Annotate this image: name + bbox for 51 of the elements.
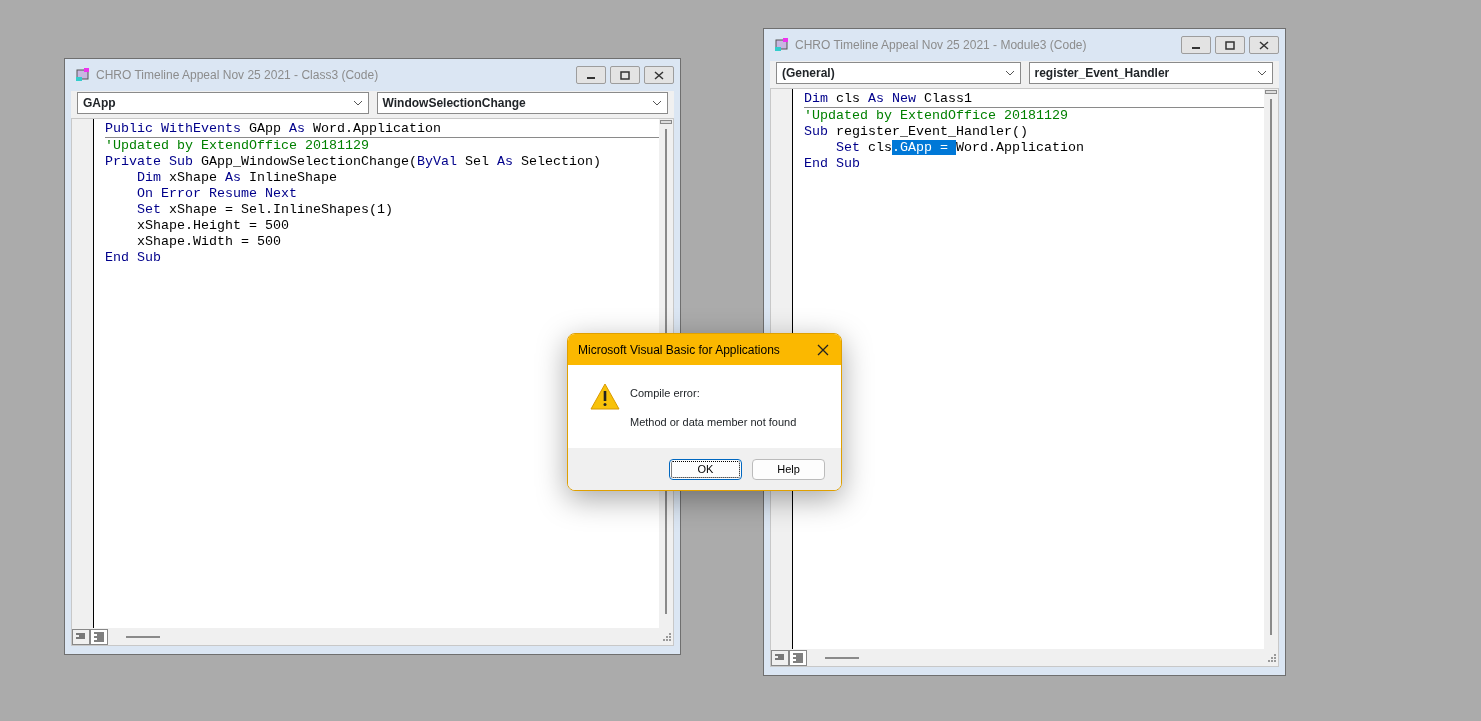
horizontal-scrollbar[interactable] bbox=[126, 635, 160, 638]
chevron-down-icon bbox=[652, 100, 662, 106]
code-line: Private Sub GApp_WindowSelectionChange(ByVal Sel As Selection) bbox=[105, 154, 602, 170]
help-button[interactable]: Help bbox=[752, 458, 825, 480]
code-line: xShape.Width = 500 bbox=[136, 234, 282, 250]
minimize-button[interactable] bbox=[576, 66, 606, 84]
code-line: Sub register_Event_Handler() bbox=[804, 124, 1029, 140]
full-module-view-icon[interactable] bbox=[90, 628, 108, 645]
procedure-dropdown[interactable]: register_Event_Handler bbox=[1028, 62, 1273, 84]
code-line: End Sub bbox=[804, 156, 861, 172]
code-line: Set cls.GApp = Word.Application bbox=[835, 140, 1085, 156]
horizontal-scrollbar[interactable] bbox=[825, 656, 859, 659]
close-icon bbox=[1257, 39, 1271, 51]
minimize-button[interactable] bbox=[1181, 36, 1211, 54]
close-button[interactable] bbox=[1249, 36, 1279, 54]
window-title: CHRO Timeline Appeal Nov 25 2021 - Module3 (Code) bbox=[795, 37, 1087, 54]
object-dropdown[interactable]: GApp bbox=[77, 92, 369, 114]
warning-icon bbox=[590, 383, 620, 410]
minimize-icon bbox=[587, 77, 595, 79]
restore-button[interactable] bbox=[610, 66, 640, 84]
code-line: Dim xShape As InlineShape bbox=[136, 170, 338, 186]
code-line: 'Updated by ExtendOffice 20181129 bbox=[105, 138, 370, 154]
class-module-icon bbox=[75, 67, 91, 83]
restore-icon bbox=[618, 69, 632, 81]
procedure-view-icon[interactable] bbox=[771, 649, 789, 666]
window-title: CHRO Timeline Appeal Nov 25 2021 - Class3 (Code) bbox=[96, 67, 379, 84]
procedure-dropdown[interactable]: WindowSelectionChange bbox=[376, 92, 668, 114]
code-line: Set xShape = Sel.InlineShapes(1) bbox=[136, 202, 394, 218]
chevron-down-icon bbox=[352, 100, 363, 106]
restore-icon bbox=[1223, 39, 1237, 51]
chevron-down-icon bbox=[1257, 70, 1267, 76]
ok-button[interactable]: OK bbox=[669, 458, 742, 480]
dialog-title: Microsoft Visual Basic for Applications bbox=[578, 341, 780, 359]
resize-grip-icon bbox=[663, 632, 671, 641]
procedure-view-icon[interactable] bbox=[72, 628, 90, 645]
minimize-icon bbox=[1192, 47, 1200, 49]
resize-grip-icon bbox=[1268, 653, 1276, 662]
close-button[interactable] bbox=[644, 66, 674, 84]
full-module-view-icon[interactable] bbox=[789, 649, 807, 666]
code-line: Public WithEvents GApp As Word.Application bbox=[105, 121, 659, 138]
code-line: 'Updated by ExtendOffice 20181129 bbox=[804, 108, 1069, 124]
module-icon bbox=[774, 37, 790, 53]
chevron-down-icon bbox=[1004, 70, 1015, 76]
code-line: Dim cls As New Class1 bbox=[804, 91, 1264, 108]
object-dropdown[interactable]: (General) bbox=[776, 62, 1021, 84]
code-line: End Sub bbox=[105, 250, 162, 266]
close-icon bbox=[652, 69, 666, 81]
code-line: On Error Resume Next bbox=[136, 186, 298, 202]
code-line: xShape.Height = 500 bbox=[136, 218, 290, 234]
restore-button[interactable] bbox=[1215, 36, 1245, 54]
error-heading: Compile error: bbox=[630, 386, 701, 401]
